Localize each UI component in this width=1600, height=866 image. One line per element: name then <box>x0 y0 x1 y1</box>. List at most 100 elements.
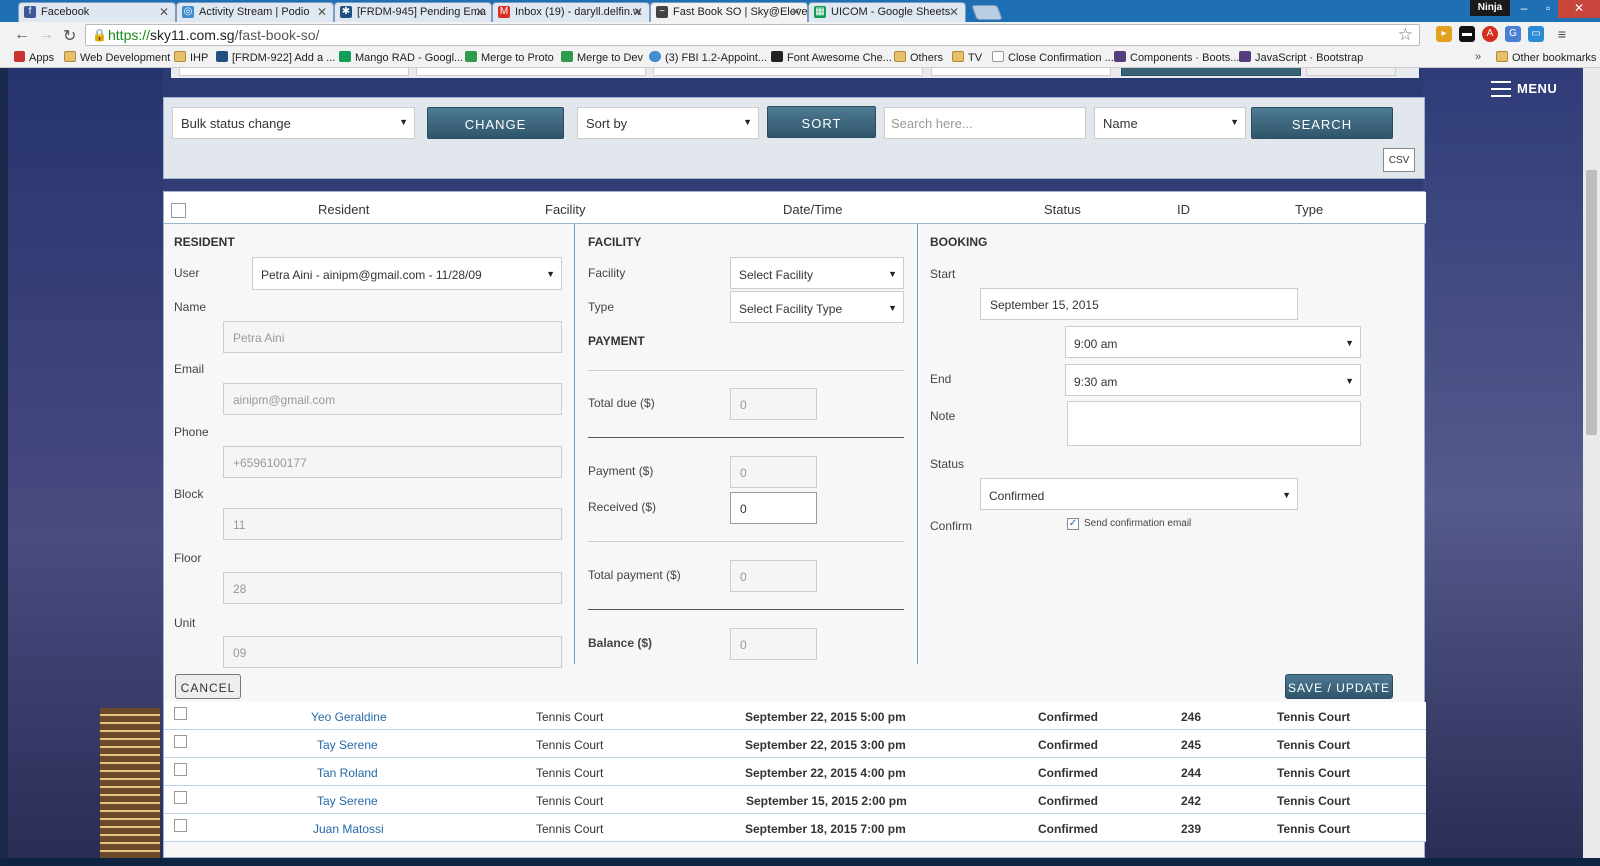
incognito-icon[interactable]: ▬ <box>1459 26 1475 42</box>
tab-facebook[interactable]: f Facebook ✕ <box>18 2 176 22</box>
new-tab-button[interactable] <box>971 5 1003 20</box>
extension-icon[interactable]: ▭ <box>1528 26 1544 42</box>
bookmark-apps[interactable]: Apps <box>14 51 54 64</box>
status-select[interactable]: Confirmed ▼ <box>980 478 1298 510</box>
bulk-status-select[interactable]: Bulk status change ▼ <box>172 107 415 139</box>
window-close-icon[interactable]: ✕ <box>1558 0 1600 18</box>
filter-input[interactable] <box>179 68 409 76</box>
bookmark-tv[interactable]: TV <box>952 51 982 64</box>
header-id[interactable]: ID <box>1177 202 1190 217</box>
tab-podio[interactable]: ◎ Activity Stream | Podio ✕ <box>176 2 334 22</box>
row-resident[interactable]: Juan Matossi <box>313 822 384 836</box>
bookmark-merge-to-dev[interactable]: Merge to Dev <box>561 51 643 64</box>
bookmark-other-bookmarks[interactable]: Other bookmarks <box>1496 51 1596 64</box>
profile-badge[interactable]: Ninja <box>1470 0 1510 16</box>
bookmark-web-development[interactable]: Web Development <box>64 51 170 64</box>
row-checkbox[interactable] <box>174 791 187 804</box>
note-textarea[interactable] <box>1067 401 1361 446</box>
table-row[interactable]: Yeo Geraldine Tennis Court September 22,… <box>164 702 1426 730</box>
reset-button[interactable] <box>1306 68 1396 76</box>
url-input[interactable]: 🔒 https://sky11.com.sg/fast-book-so/ ☆ <box>85 24 1420 46</box>
close-icon[interactable]: ✕ <box>949 5 959 19</box>
unit-field[interactable]: 09 <box>223 636 562 668</box>
close-icon[interactable]: ✕ <box>317 5 327 19</box>
back-icon[interactable]: ← <box>14 26 30 44</box>
filter-input[interactable] <box>931 68 1111 76</box>
row-resident[interactable]: Tay Serene <box>317 738 378 752</box>
translate-icon[interactable]: G <box>1505 26 1521 42</box>
cancel-button[interactable]: CANCEL <box>175 674 241 699</box>
phone-field[interactable]: +6596100177 <box>223 446 562 478</box>
bookmark-mango-rad[interactable]: Mango RAD - Googl... <box>339 51 463 64</box>
close-icon[interactable]: ✕ <box>475 5 485 19</box>
total-payment-field[interactable]: 0 <box>730 560 817 592</box>
row-checkbox[interactable] <box>174 735 187 748</box>
received-field[interactable]: 0 <box>730 492 817 524</box>
row-resident[interactable]: Tan Roland <box>317 766 378 780</box>
start-date-field[interactable]: September 15, 2015 <box>980 288 1298 320</box>
user-select[interactable]: Petra Aini - ainipm@gmail.com - 11/28/09… <box>252 257 562 290</box>
change-button[interactable]: CHANGE <box>427 107 564 139</box>
tab-fast-book[interactable]: ~ Fast Book SO | Sky@Eleve ✕ <box>650 2 808 22</box>
star-icon[interactable]: ☆ <box>1398 25 1413 45</box>
send-email-checkbox[interactable]: ✓ <box>1067 518 1079 530</box>
header-type[interactable]: Type <box>1295 202 1323 217</box>
search-input[interactable]: Search here... <box>884 107 1086 139</box>
row-checkbox[interactable] <box>174 819 187 832</box>
table-row[interactable]: Juan Matossi Tennis Court September 18, … <box>164 814 1426 842</box>
forward-icon[interactable]: → <box>38 26 54 44</box>
payment-field[interactable]: 0 <box>730 456 817 488</box>
close-icon[interactable]: ✕ <box>791 5 801 19</box>
floor-field[interactable]: 28 <box>223 572 562 604</box>
start-time-select[interactable]: 9:00 am ▼ <box>1065 326 1361 358</box>
save-update-button[interactable]: SAVE / UPDATE <box>1285 674 1393 699</box>
bookmark-font-awesome[interactable]: Font Awesome Che... <box>771 51 892 64</box>
row-resident[interactable]: Tay Serene <box>317 794 378 808</box>
select-all-checkbox[interactable] <box>171 203 186 218</box>
row-checkbox[interactable] <box>174 707 187 720</box>
bookmark-others[interactable]: Others <box>894 51 943 64</box>
minimize-icon[interactable]: – <box>1512 0 1536 18</box>
close-icon[interactable]: ✕ <box>159 5 169 19</box>
table-row[interactable]: Tay Serene Tennis Court September 22, 20… <box>164 730 1426 758</box>
table-row[interactable]: Tay Serene Tennis Court September 15, 20… <box>164 786 1426 814</box>
reload-icon[interactable]: ↻ <box>63 26 76 46</box>
balance-field[interactable]: 0 <box>730 628 817 660</box>
sort-button[interactable]: SORT <box>767 106 876 138</box>
bookmark-merge-to-proto[interactable]: Merge to Proto <box>465 51 554 64</box>
tab-google-sheets[interactable]: ▦ UICOM - Google Sheets ✕ <box>808 2 966 22</box>
table-row[interactable]: Tan Roland Tennis Court September 22, 20… <box>164 758 1426 786</box>
bookmark-ihp[interactable]: IHP <box>174 51 208 64</box>
bookmark-fbi-appoint[interactable]: (3) FBI 1.2-Appoint... <box>649 51 767 64</box>
filter-input[interactable] <box>653 68 923 76</box>
name-field[interactable]: Petra Aini <box>223 321 562 353</box>
facility-type-select[interactable]: Select Facility Type ▼ <box>730 291 904 323</box>
adblock-icon[interactable]: A <box>1482 26 1498 42</box>
block-field[interactable]: 11 <box>223 508 562 540</box>
header-status[interactable]: Status <box>1044 202 1081 217</box>
scrollbar-thumb[interactable] <box>1586 170 1597 435</box>
row-checkbox[interactable] <box>174 763 187 776</box>
csv-export-button[interactable]: CSV <box>1383 148 1415 172</box>
bookmarks-overflow-icon[interactable]: » <box>1475 51 1481 63</box>
header-resident[interactable]: Resident <box>318 202 369 217</box>
search-button[interactable]: SEARCH <box>1251 107 1393 139</box>
header-facility[interactable]: Facility <box>545 202 585 217</box>
maximize-icon[interactable]: ▫ <box>1536 0 1560 18</box>
total-due-field[interactable]: 0 <box>730 388 817 420</box>
bookmark-manager-icon[interactable]: ▸ <box>1436 26 1452 42</box>
email-field[interactable]: ainipm@gmail.com <box>223 383 562 415</box>
bookmark-close-confirmation[interactable]: Close Confirmation ... <box>992 51 1114 64</box>
filter-input[interactable] <box>416 68 646 76</box>
bookmark-frdm-922[interactable]: [FRDM-922] Add a ... <box>216 51 335 64</box>
tab-gmail[interactable]: M Inbox (19) - daryll.delfin.w ✕ <box>492 2 650 22</box>
filter-button[interactable] <box>1121 68 1301 76</box>
end-time-select[interactable]: 9:30 am ▼ <box>1065 364 1361 396</box>
facility-select[interactable]: Select Facility ▼ <box>730 257 904 289</box>
search-field-select[interactable]: Name ▼ <box>1094 107 1246 139</box>
header-datetime[interactable]: Date/Time <box>783 202 842 217</box>
row-resident[interactable]: Yeo Geraldine <box>311 710 387 724</box>
bookmark-javascript-bootstrap[interactable]: JavaScript · Bootstrap <box>1239 51 1363 64</box>
sort-by-select[interactable]: Sort by ▼ <box>577 107 759 139</box>
menu-button[interactable]: MENU <box>1491 81 1557 97</box>
